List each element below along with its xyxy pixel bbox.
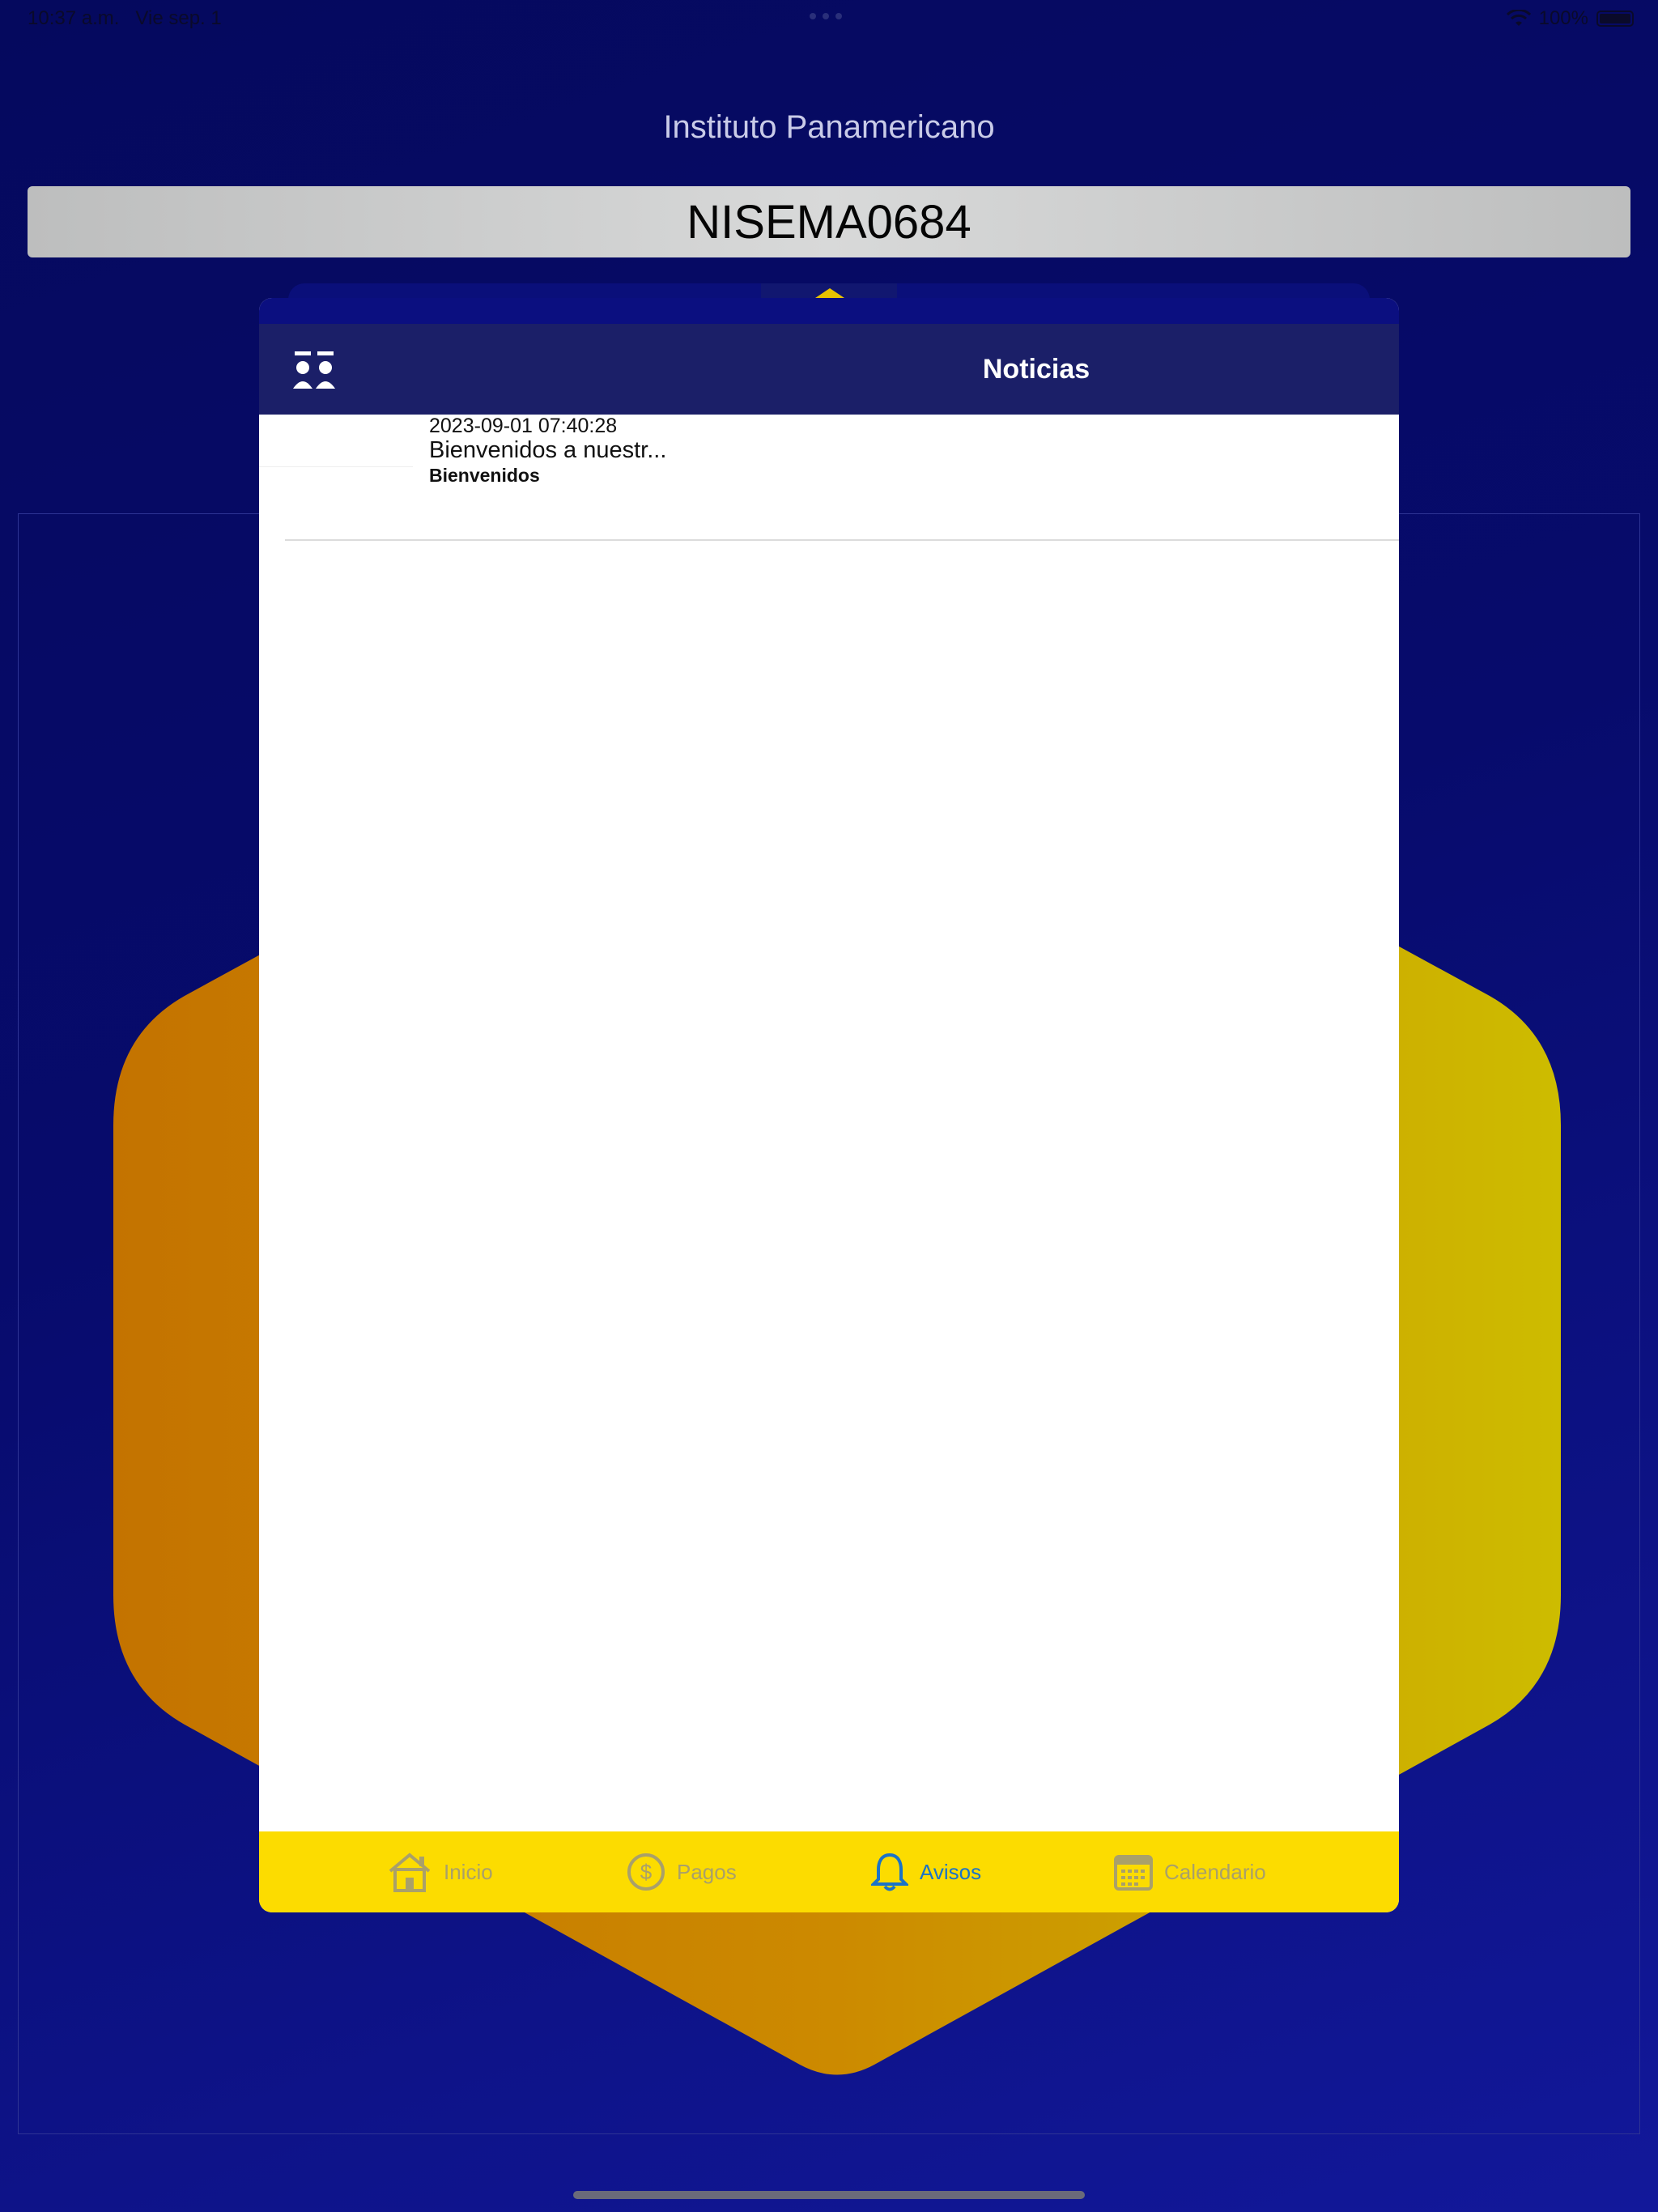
calendar-icon [1114,1855,1153,1891]
modal-top-strip [259,298,1399,324]
students-icon[interactable] [293,350,335,390]
battery-percent: 100% [1538,7,1588,29]
tab-bar: Inicio $ Pagos Avisos Calendario [259,1831,1399,1912]
news-item[interactable]: 2023-09-01 07:40:28 Bienvenidos a nuestr… [259,415,1399,541]
status-date: Vie sep. 1 [135,7,222,29]
list-separator [285,539,1399,541]
tab-calendario[interactable]: Calendario [1114,1831,1266,1912]
tab-inicio[interactable]: Inicio [387,1831,493,1912]
dollar-icon: $ [627,1853,665,1891]
multitasking-dots[interactable] [810,13,842,19]
tab-inicio-label: Inicio [444,1859,493,1884]
tab-avisos[interactable]: Avisos [871,1831,981,1912]
school-name: Instituto Panamericano [663,109,995,145]
wifi-icon [1506,10,1531,26]
home-indicator[interactable] [573,2191,1085,2199]
status-bar: 10:37 a.m. Vie sep. 1 100% [0,0,1658,39]
news-subtitle: Bienvenidos [429,465,540,486]
news-title: Bienvenidos a nuestr... [429,437,667,463]
tab-pagos[interactable]: $ Pagos [627,1831,737,1912]
tab-avisos-label: Avisos [920,1859,982,1884]
student-code: NISEMA0684 [687,195,971,249]
student-code-bar: NISEMA0684 [28,186,1630,257]
news-date: 2023-09-01 07:40:28 [429,415,618,437]
status-right: 100% [1506,7,1634,30]
modal-title: Noticias [982,354,1090,385]
tab-calendario-label: Calendario [1164,1859,1266,1884]
tab-pagos-label: Pagos [677,1859,737,1884]
news-modal: Noticias 2023-09-01 07:40:28 Bienvenidos… [259,298,1399,1912]
status-time: 10:37 a.m. Vie sep. 1 [28,7,222,29]
svg-text:$: $ [640,1860,653,1884]
news-thumbnail [259,466,413,467]
bell-icon [871,1853,908,1891]
modal-header: Noticias [259,324,1399,415]
battery-icon [1596,11,1634,27]
home-icon [389,1853,431,1892]
news-list: 2023-09-01 07:40:28 Bienvenidos a nuestr… [259,415,1399,541]
